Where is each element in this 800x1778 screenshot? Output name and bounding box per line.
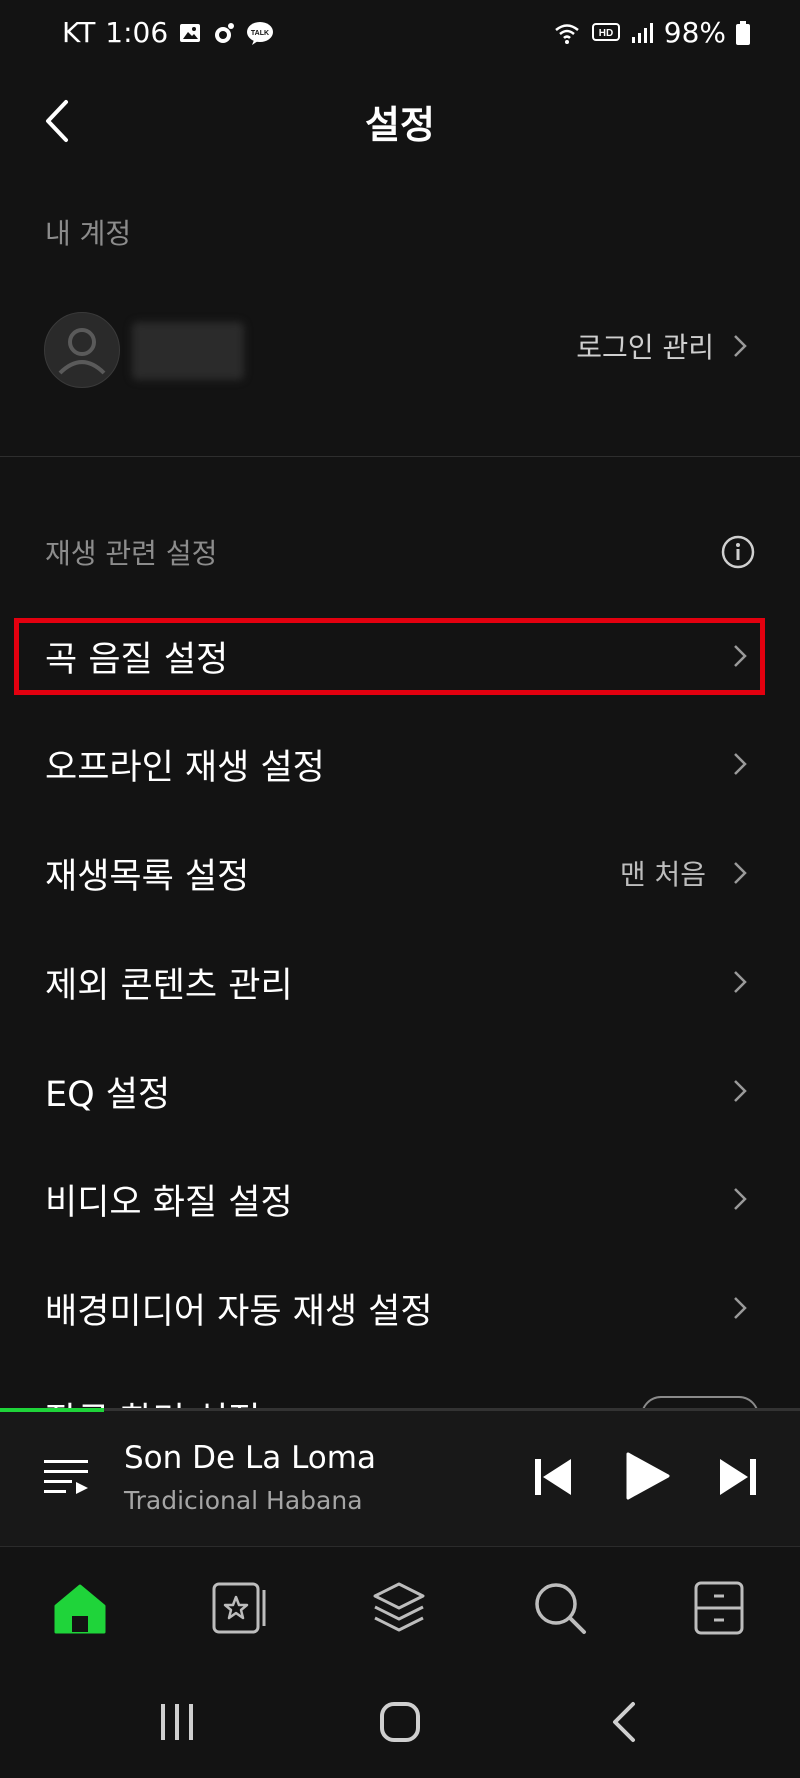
now-playing-artist: Tradicional Habana	[124, 1486, 363, 1515]
settings-row-video-quality[interactable]: 비디오 화질 설정	[0, 1151, 800, 1247]
row-value: 맨 처음	[619, 858, 706, 891]
hd-voice-icon: HD	[591, 22, 620, 41]
chevron-right-icon	[734, 1188, 747, 1210]
page-title: 설정	[365, 103, 435, 147]
talk-badge: TALK	[251, 30, 269, 37]
status-left: KT 1:06 TALK	[62, 16, 274, 49]
locker-icon[interactable]	[691, 1580, 747, 1636]
battery-icon	[736, 20, 750, 45]
wifi-icon	[554, 23, 579, 44]
playback-progress-fill	[0, 1408, 104, 1412]
chevron-right-icon	[734, 335, 747, 357]
section-divider	[0, 456, 800, 457]
home-icon[interactable]	[52, 1580, 108, 1636]
chevron-right-icon	[734, 1080, 747, 1102]
settings-row-background-autoplay[interactable]: 배경미디어 자동 재생 설정	[0, 1260, 800, 1356]
row-label: 배경미디어 자동 재생 설정	[45, 1291, 433, 1332]
battery-percent: 98%	[663, 16, 726, 49]
settings-row-offline[interactable]: 오프라인 재생 설정	[0, 716, 800, 812]
chevron-right-icon	[734, 862, 747, 884]
person-icon	[58, 328, 106, 375]
layers-icon[interactable]	[371, 1580, 427, 1636]
playback-section-label: 재생 관련 설정	[45, 537, 218, 570]
play-icon[interactable]	[624, 1452, 670, 1500]
account-section-label: 내 계정	[45, 217, 132, 250]
signal-icon	[631, 22, 653, 43]
chevron-right-icon	[734, 1297, 747, 1319]
row-label: EQ 설정	[45, 1074, 171, 1115]
next-track-icon[interactable]	[718, 1457, 758, 1497]
mini-player[interactable]	[0, 1408, 800, 1546]
settings-row-excluded-content[interactable]: 제외 콘텐츠 관리	[0, 934, 800, 1030]
playback-progress-track	[0, 1408, 800, 1411]
settings-row-lockscreen[interactable]: 잠금 화면 설정	[0, 1390, 800, 1410]
row-label: 곡 음질 설정	[45, 639, 229, 680]
system-back-icon[interactable]	[603, 1700, 647, 1744]
status-bar: KT 1:06 TALK HD 98%	[0, 0, 800, 72]
clock: 1:06	[105, 16, 169, 49]
status-right: HD 98%	[552, 16, 750, 49]
chevron-right-icon	[734, 753, 747, 775]
row-label: 재생목록 설정	[45, 856, 250, 897]
now-playing-title: Son De La Loma	[124, 1440, 376, 1476]
info-icon[interactable]	[721, 535, 755, 569]
recent-apps-icon[interactable]	[155, 1700, 199, 1744]
search-icon[interactable]	[532, 1580, 588, 1636]
login-manage-label: 로그인 관리	[576, 331, 714, 364]
settings-row-eq[interactable]: EQ 설정	[0, 1043, 800, 1139]
chevron-right-icon	[734, 645, 747, 667]
row-label: 비디오 화질 설정	[45, 1182, 293, 1223]
username-redacted	[132, 322, 244, 380]
carrier-label: KT	[62, 16, 96, 49]
previous-track-icon[interactable]	[533, 1457, 573, 1497]
playlist-queue-icon[interactable]	[44, 1456, 88, 1496]
settings-row-playlist[interactable]: 재생목록 설정 맨 처음	[0, 825, 800, 921]
login-manage-link[interactable]: 로그인 관리	[576, 326, 748, 366]
settings-row-audio-quality[interactable]: 곡 음질 설정	[0, 608, 800, 704]
gallery-icon	[180, 23, 201, 42]
my-library-icon[interactable]	[212, 1580, 268, 1636]
hd-badge: HD	[599, 28, 613, 39]
avatar	[44, 312, 120, 388]
row-label: 오프라인 재생 설정	[45, 747, 325, 788]
home-button-icon[interactable]	[378, 1700, 422, 1744]
camera-app-icon	[215, 22, 235, 43]
chevron-right-icon	[734, 971, 747, 993]
kakaotalk-icon: TALK	[247, 21, 274, 45]
row-label: 제외 콘텐츠 관리	[45, 965, 293, 1006]
